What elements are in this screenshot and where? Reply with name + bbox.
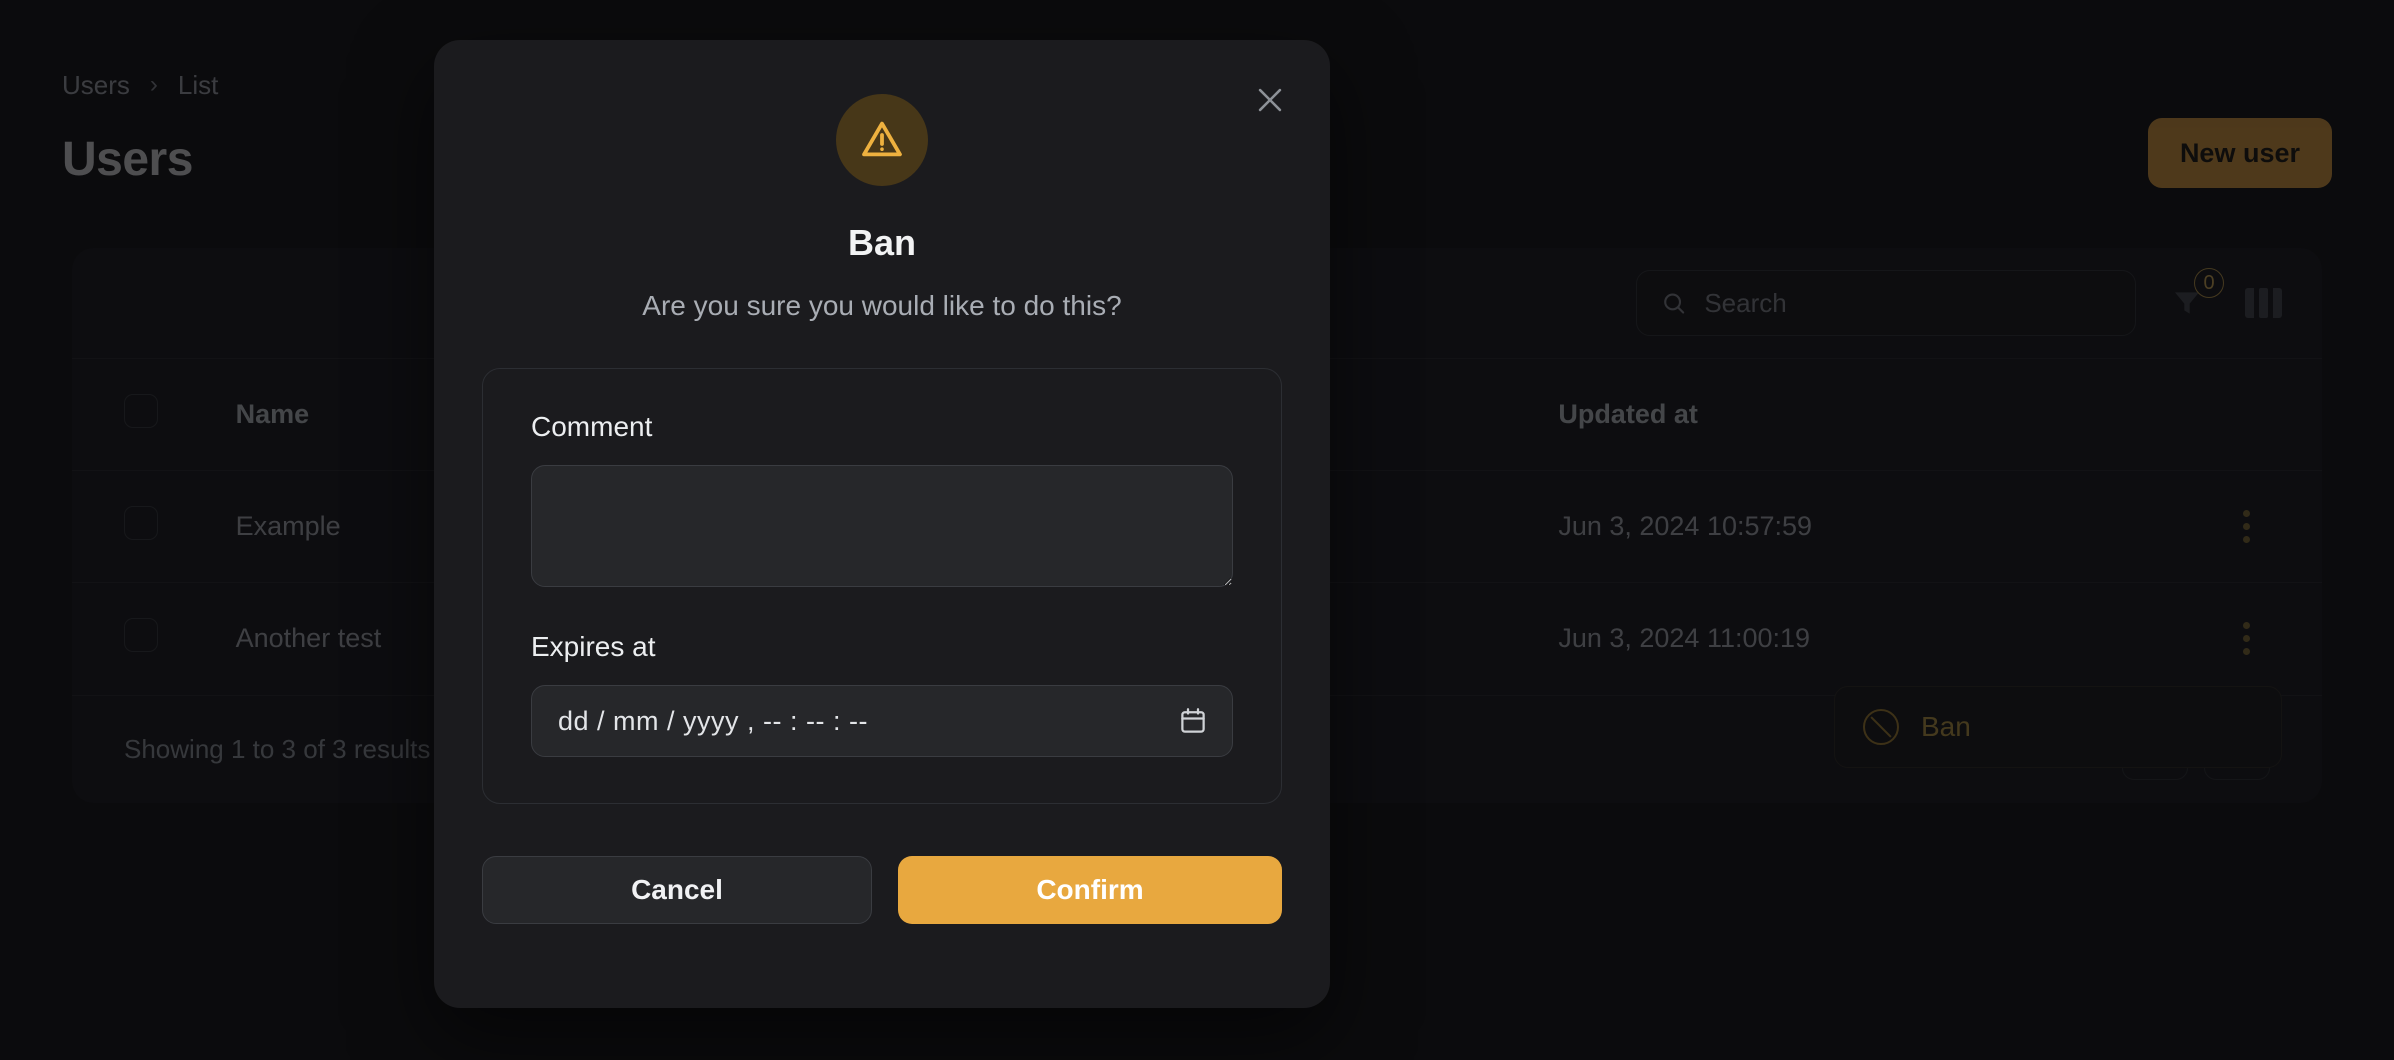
filter-count-badge: 0 <box>2194 268 2224 298</box>
dialog-subtitle: Are you sure you would like to do this? <box>642 290 1122 321</box>
dialog-form: Comment Expires at dd / mm / yyyy , -- :… <box>482 368 1282 804</box>
columns-button[interactable] <box>2238 278 2288 328</box>
row-select-cell <box>72 582 236 695</box>
expires-at-label: Expires at <box>531 631 656 662</box>
page-next-button[interactable] <box>2204 718 2270 780</box>
row-checkbox[interactable] <box>124 506 158 540</box>
column-header-actions <box>2171 358 2322 471</box>
breadcrumb-current[interactable]: List <box>178 70 218 101</box>
dialog-title: Ban <box>847 222 916 263</box>
dialog-actions: Cancel Confirm <box>482 856 1282 924</box>
calendar-icon[interactable] <box>1178 706 1208 736</box>
close-icon <box>1258 88 1282 112</box>
warning-badge <box>836 94 928 186</box>
filter-button[interactable]: 0 <box>2162 268 2224 328</box>
row-select-cell <box>72 470 236 583</box>
search-icon <box>1664 293 1685 314</box>
row-action-ban-label: Ban <box>1921 711 1971 742</box>
search-box[interactable] <box>1636 270 2136 336</box>
breadcrumb-root[interactable]: Users <box>62 70 130 101</box>
cancel-button[interactable]: Cancel <box>482 856 872 924</box>
row-more-menu-icon[interactable] <box>2172 622 2322 656</box>
comment-label: Comment <box>531 411 653 442</box>
select-all-checkbox[interactable] <box>124 394 158 428</box>
row-actions-cell <box>2171 470 2322 583</box>
results-count-text: Showing 1 to 3 of 3 results <box>124 733 431 764</box>
row-action-menu[interactable]: Ban <box>1834 686 2282 768</box>
ban-confirmation-dialog: Ban Are you sure you would like to do th… <box>434 40 1330 1008</box>
expires-at-datetime-input[interactable]: dd / mm / yyyy , -- : -- : -- <box>531 685 1233 757</box>
new-user-button[interactable]: New user <box>2147 118 2332 188</box>
warning-triangle-icon <box>862 121 902 157</box>
ban-circle-slash-icon <box>1863 709 1899 745</box>
close-dialog-button[interactable] <box>1246 76 1294 124</box>
select-all-header <box>72 358 236 471</box>
cell-updated-at: Jun 3, 2024 10:57:59 <box>1558 470 2172 583</box>
chevron-right-icon: › <box>149 71 158 98</box>
row-more-menu-icon[interactable] <box>2172 510 2322 543</box>
comment-textarea[interactable] <box>531 465 1233 587</box>
column-header-updated-at[interactable]: Updated at <box>1558 358 2172 471</box>
pagination <box>2122 718 2270 780</box>
page-prev-button[interactable] <box>2122 718 2188 780</box>
filter-funnel-icon <box>2175 292 2199 314</box>
columns-icon <box>2244 288 2282 318</box>
row-actions-cell <box>2171 582 2322 695</box>
cell-updated-at: Jun 3, 2024 11:00:19 <box>1558 582 2172 695</box>
confirm-button[interactable]: Confirm <box>898 856 1282 924</box>
search-input[interactable] <box>1704 287 2111 319</box>
row-checkbox[interactable] <box>124 618 158 653</box>
expires-at-value: dd / mm / yyyy , -- : -- : -- <box>558 705 868 736</box>
